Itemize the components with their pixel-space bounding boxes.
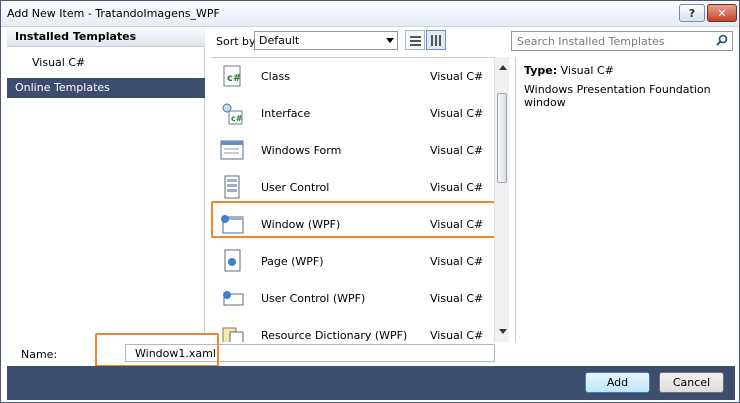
template-language: Visual C#	[430, 70, 484, 83]
dialog-button-bar: Add Cancel	[7, 366, 735, 400]
name-field-highlight	[95, 333, 219, 367]
close-button[interactable]: ✕	[707, 4, 737, 22]
sort-by-value: Default	[259, 34, 300, 47]
class-icon: c#	[223, 65, 241, 87]
selected-template-highlight	[211, 201, 509, 238]
sort-by-label: Sort by:	[216, 35, 259, 48]
template-language: Visual C#	[430, 255, 484, 268]
type-label: Type:	[524, 64, 558, 77]
template-name: User Control	[261, 181, 330, 194]
svg-text:c#: c#	[231, 114, 243, 123]
category-visual-csharp[interactable]: Visual C#	[7, 53, 205, 73]
template-categories-panel: Installed Templates Visual C# Online Tem…	[7, 27, 205, 335]
help-button[interactable]: ?	[679, 4, 705, 22]
template-row-resource-dictionary-wpf[interactable]: Resource Dictionary (WPF) Visual C#	[211, 317, 493, 342]
cancel-button[interactable]: Cancel	[659, 372, 724, 393]
wpf-page-icon	[224, 249, 241, 272]
search-placeholder: Search Installed Templates	[517, 35, 665, 48]
template-name: User Control (WPF)	[261, 292, 366, 305]
template-details-panel: Type: Visual C# Windows Presentation Fou…	[515, 57, 735, 342]
template-row-page-wpf[interactable]: Page (WPF) Visual C#	[211, 243, 493, 280]
template-row-windows-form[interactable]: Windows Form Visual C#	[211, 132, 493, 169]
template-language: Visual C#	[430, 144, 484, 157]
template-name: Interface	[261, 107, 311, 120]
title-bar[interactable]: Add New Item - TratandoImagens_WPF ? ✕	[1, 1, 739, 27]
type-value: Visual C#	[560, 64, 614, 77]
add-button[interactable]: Add	[585, 372, 650, 393]
svg-text:c#: c#	[227, 73, 241, 84]
help-icon: ?	[688, 6, 696, 20]
template-language: Visual C#	[430, 329, 484, 342]
template-language: Visual C#	[430, 292, 484, 305]
template-name: Windows Form	[261, 144, 342, 157]
sort-by-dropdown[interactable]: Default	[254, 31, 398, 50]
template-name: Class	[261, 70, 290, 83]
template-list-scrollbar[interactable]	[494, 57, 509, 342]
template-row-interface[interactable]: c# Interface Visual C#	[211, 95, 493, 132]
windows-form-icon	[220, 140, 244, 160]
template-list: c# Class Visual C# c# Interface Visual C…	[211, 57, 509, 342]
template-name: Page (WPF)	[261, 255, 324, 268]
template-row-class[interactable]: c# Class Visual C#	[211, 58, 493, 95]
window-title: Add New Item - TratandoImagens_WPF	[7, 7, 220, 20]
template-language: Visual C#	[430, 181, 484, 194]
name-label: Name:	[21, 348, 58, 361]
wpf-user-control-icon	[223, 291, 244, 306]
template-description: Windows Presentation Foundation window	[524, 83, 711, 109]
user-control-icon	[224, 175, 240, 199]
search-input[interactable]: Search Installed Templates	[511, 31, 733, 51]
close-icon: ✕	[717, 6, 727, 20]
add-new-item-dialog: Add New Item - TratandoImagens_WPF ? ✕ I…	[0, 0, 740, 403]
scroll-up-icon[interactable]	[499, 65, 507, 70]
scroll-down-icon[interactable]	[499, 329, 507, 334]
online-templates-header[interactable]: Online Templates	[7, 78, 205, 98]
template-type: Type: Visual C#	[524, 64, 614, 77]
detail-view-button[interactable]	[426, 30, 446, 50]
template-name: Resource Dictionary (WPF)	[261, 329, 408, 342]
scrollbar-thumb[interactable]	[497, 93, 507, 183]
installed-templates-header[interactable]: Installed Templates	[7, 27, 205, 47]
list-view-button[interactable]	[405, 30, 425, 50]
search-icon[interactable]	[716, 34, 728, 46]
list-view-icon	[410, 35, 421, 46]
chevron-down-icon	[386, 38, 394, 43]
resource-dictionary-icon	[222, 327, 244, 342]
detail-view-icon	[431, 35, 442, 46]
template-row-user-control-wpf[interactable]: User Control (WPF) Visual C#	[211, 280, 493, 317]
interface-icon: c#	[222, 103, 243, 125]
template-language: Visual C#	[430, 107, 484, 120]
